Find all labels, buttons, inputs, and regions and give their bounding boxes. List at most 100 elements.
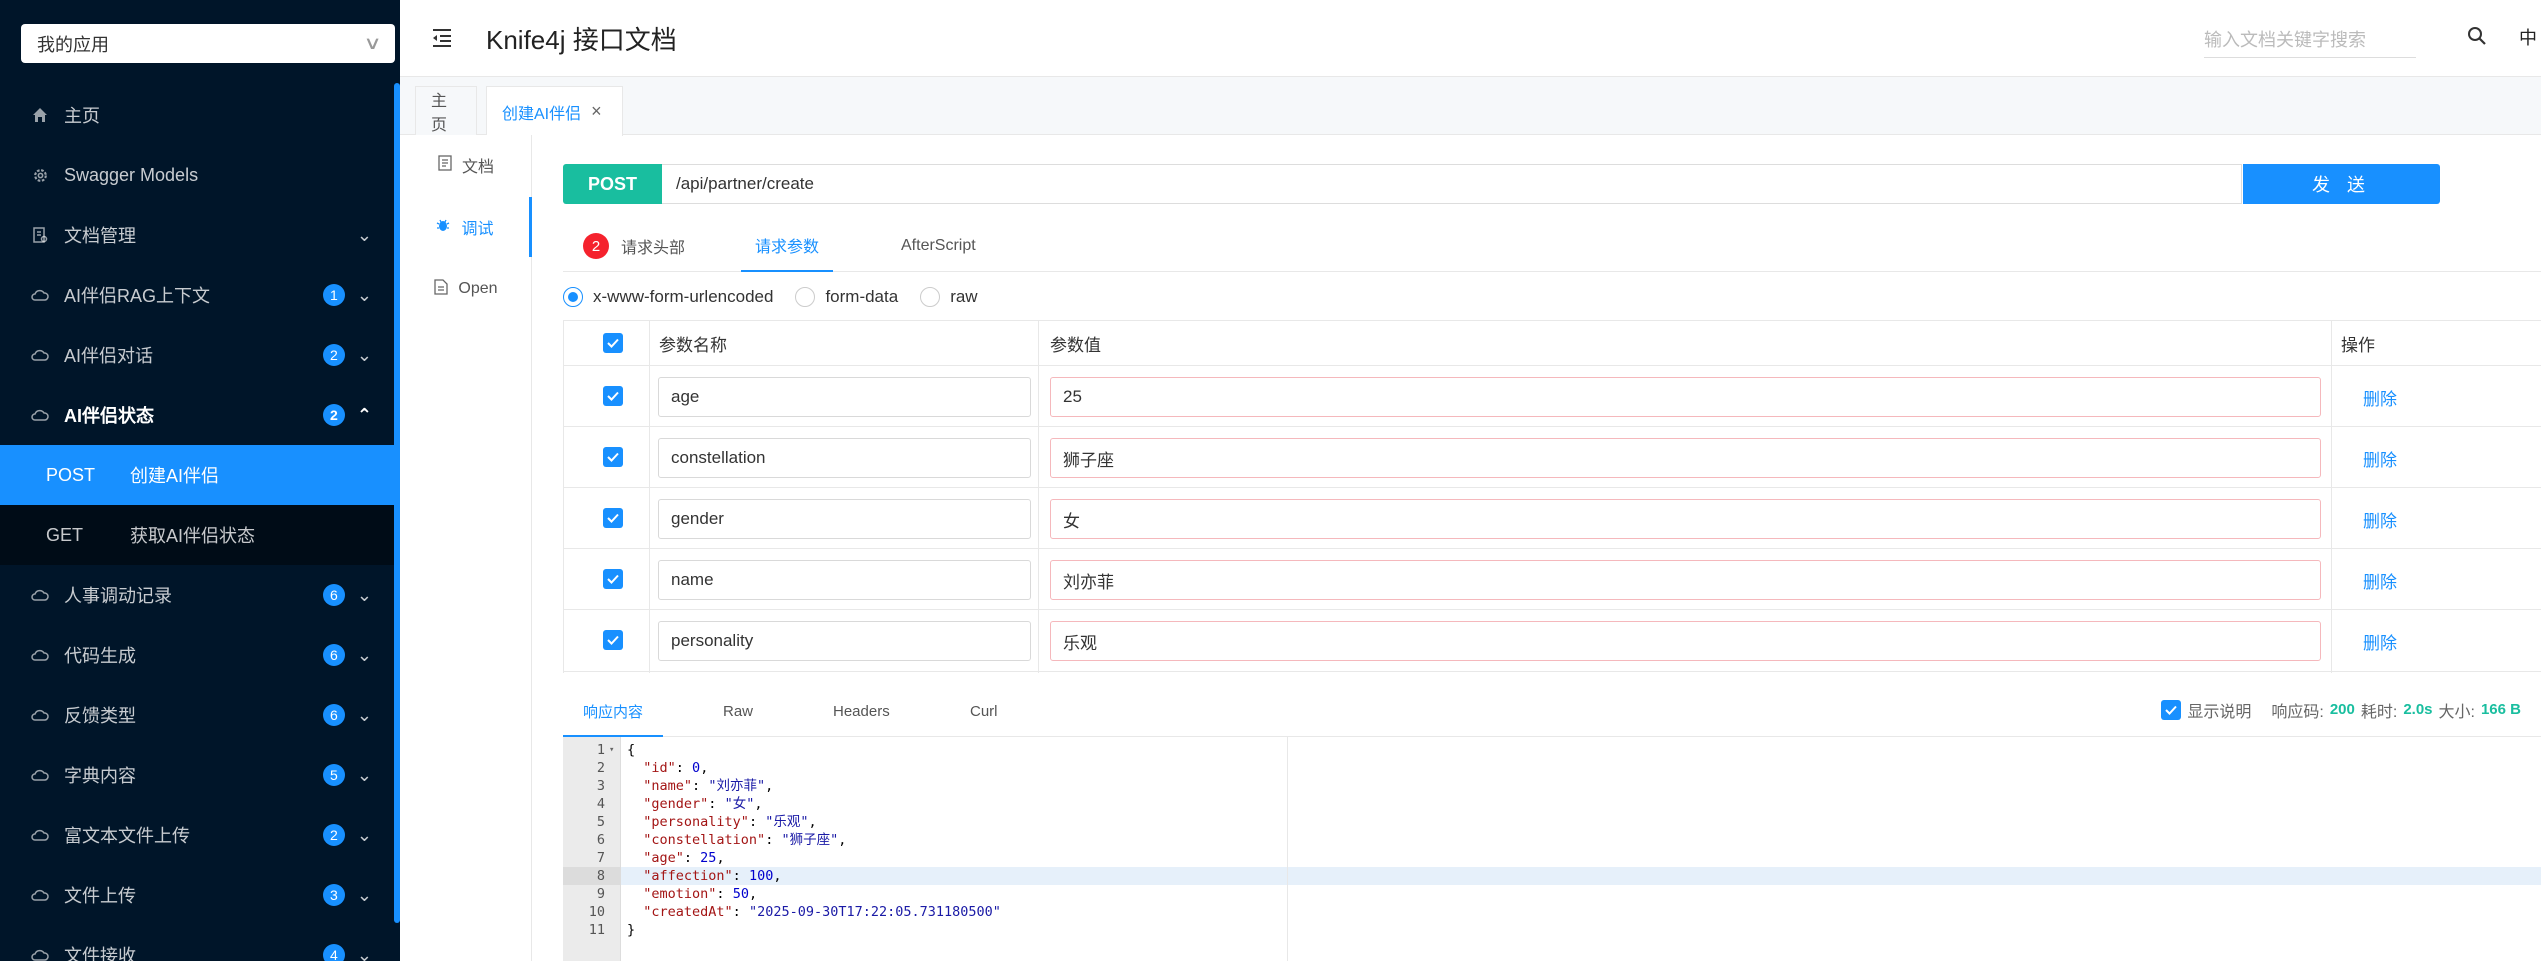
count-badge: 2 bbox=[322, 344, 345, 366]
row-checkbox[interactable] bbox=[603, 447, 623, 467]
app-selector[interactable]: 我的应用 ∨ bbox=[21, 24, 395, 63]
cloud-icon bbox=[30, 585, 50, 605]
row-checkbox[interactable] bbox=[603, 508, 623, 528]
param-name-input[interactable]: gender bbox=[658, 499, 1031, 539]
fold-arrow-icon[interactable]: ▾ bbox=[609, 741, 614, 759]
tab-home[interactable]: 主页 bbox=[415, 86, 477, 135]
sidebar-item-home[interactable]: 主页 bbox=[0, 85, 394, 145]
param-name-input[interactable]: age bbox=[658, 377, 1031, 417]
tab-afterscript[interactable]: AfterScript bbox=[901, 220, 976, 272]
chevron-down-icon: ∨ bbox=[363, 33, 382, 53]
subnav-open[interactable]: Open bbox=[400, 259, 532, 319]
radio-urlencoded[interactable]: x-www-form-urlencoded bbox=[563, 287, 773, 307]
response-editor[interactable]: 1 2 3 4 5 6 7 8 9 10 11 ▾ { "id": 0, "na… bbox=[563, 737, 2541, 961]
tab-response-content[interactable]: 响应内容 bbox=[563, 687, 664, 737]
count-badge: 6 bbox=[322, 704, 345, 726]
sidebar-item-rag-context[interactable]: AI伴侣RAG上下文 1 ⌄ bbox=[0, 265, 394, 325]
delete-link[interactable]: 删除 bbox=[2363, 560, 2397, 600]
chevron-down-icon: ⌄ bbox=[356, 944, 372, 961]
row-checkbox[interactable] bbox=[603, 630, 623, 650]
sidebar-menu: 主页 Swagger Models 文档管理 ⌄ AI伴侣RAG上下文 1 ⌄ A… bbox=[0, 85, 394, 961]
sidebar-subitem-create-partner[interactable]: POST 创建AI伴侣 bbox=[0, 445, 394, 505]
chevron-down-icon: ⌄ bbox=[356, 824, 372, 845]
sidebar-item-label: Swagger Models bbox=[64, 164, 199, 185]
http-method: POST bbox=[46, 464, 96, 485]
select-all-checkbox[interactable] bbox=[603, 321, 623, 365]
show-desc-checkbox[interactable] bbox=[2161, 699, 2182, 720]
delete-link[interactable]: 删除 bbox=[2363, 621, 2397, 661]
param-value-input[interactable]: 乐观 bbox=[1050, 621, 2321, 661]
radio-form-data[interactable]: form-data bbox=[795, 287, 898, 307]
param-value-input[interactable]: 刘亦菲 bbox=[1050, 560, 2321, 600]
sidebar-item-file-receive[interactable]: 文件接收 4 ⌄ bbox=[0, 925, 394, 961]
line-number: 8 bbox=[563, 867, 621, 885]
language-switch[interactable]: 中 bbox=[2519, 24, 2537, 50]
chevron-down-icon: ⌄ bbox=[356, 644, 372, 665]
tab-request-headers[interactable]: 2 请求头部 bbox=[583, 220, 685, 272]
tab-response-raw[interactable]: Raw bbox=[723, 687, 753, 735]
sidebar-item-label: 反馈类型 bbox=[64, 706, 136, 726]
tab-create-partner[interactable]: 创建AI伴侣 × bbox=[486, 86, 623, 136]
doc-manage-icon bbox=[30, 225, 50, 245]
sidebar-item-label: 代码生成 bbox=[64, 646, 136, 666]
sidebar-item-chat[interactable]: AI伴侣对话 2 ⌄ bbox=[0, 325, 394, 385]
count-badge: 1 bbox=[322, 284, 345, 306]
app-selector-value: 我的应用 bbox=[37, 34, 109, 55]
subnav-debug[interactable]: 调试 bbox=[400, 197, 532, 257]
send-button[interactable]: 发 送 bbox=[2243, 164, 2440, 204]
menu-fold-icon[interactable] bbox=[430, 26, 454, 50]
param-value-input[interactable]: 女 bbox=[1050, 499, 2321, 539]
sidebar-item-hr-transfer[interactable]: 人事调动记录 6 ⌄ bbox=[0, 565, 394, 625]
row-checkbox[interactable] bbox=[603, 569, 623, 589]
show-desc-label: 显示说明 bbox=[2187, 703, 2252, 721]
line-number: 7 bbox=[596, 850, 605, 866]
param-name-input[interactable]: personality bbox=[658, 621, 1031, 661]
sidebar-item-label: 人事调动记录 bbox=[64, 586, 172, 606]
tab-response-curl[interactable]: Curl bbox=[970, 687, 998, 735]
tab-label: 创建AI伴侣 bbox=[502, 105, 582, 123]
code-line: "gender": "女", bbox=[643, 796, 763, 812]
table-row: age 25 删除 bbox=[563, 365, 2541, 426]
radio-label: raw bbox=[950, 287, 978, 306]
sidebar-item-doc-manage[interactable]: 文档管理 ⌄ bbox=[0, 205, 394, 265]
sidebar-item-label: AI伴侣状态 bbox=[64, 406, 154, 426]
delete-link[interactable]: 删除 bbox=[2363, 377, 2397, 417]
tab-label: Curl bbox=[970, 702, 998, 720]
param-name-input[interactable]: constellation bbox=[658, 438, 1031, 478]
tab-request-params[interactable]: 请求参数 bbox=[741, 220, 834, 272]
sidebar-subitem-get-partner-status[interactable]: GET 获取AI伴侣状态 bbox=[0, 505, 394, 565]
sidebar-item-richtext-upload[interactable]: 富文本文件上传 2 ⌄ bbox=[0, 805, 394, 865]
cloud-icon bbox=[30, 645, 50, 665]
tab-response-headers[interactable]: Headers bbox=[833, 687, 890, 735]
param-value-input[interactable]: 25 bbox=[1050, 377, 2321, 417]
sidebar-item-partner-status[interactable]: AI伴侣状态 2 ⌃ bbox=[0, 385, 394, 445]
chevron-down-icon: ⌄ bbox=[356, 344, 372, 365]
close-icon[interactable]: × bbox=[591, 101, 602, 122]
count-badge: 2 bbox=[322, 404, 345, 426]
row-checkbox[interactable] bbox=[603, 386, 623, 406]
line-gutter: 1 2 3 4 5 6 7 8 9 10 11 bbox=[563, 737, 621, 961]
response-info: 显示说明 响应码: 200 耗时: 2.0s 大小: 166 B bbox=[2161, 687, 2521, 732]
cloud-icon bbox=[30, 765, 50, 785]
sidebar-item-codegen[interactable]: 代码生成 6 ⌄ bbox=[0, 625, 394, 685]
line-number: 11 bbox=[588, 922, 605, 938]
cloud-icon bbox=[30, 405, 50, 425]
radio-raw[interactable]: raw bbox=[920, 287, 978, 307]
subnav-doc[interactable]: 文档 bbox=[400, 135, 532, 195]
delete-link[interactable]: 删除 bbox=[2363, 438, 2397, 478]
url-input[interactable]: /api/partner/create bbox=[662, 164, 2242, 204]
checkbox-checked-icon bbox=[603, 333, 623, 353]
param-name-input[interactable]: name bbox=[658, 560, 1031, 600]
delete-link[interactable]: 删除 bbox=[2363, 499, 2397, 539]
sidebar-item-file-upload[interactable]: 文件上传 3 ⌄ bbox=[0, 865, 394, 925]
search-input[interactable]: 输入文档关键字搜索 bbox=[2204, 22, 2416, 58]
sidebar-item-swagger-models[interactable]: Swagger Models bbox=[0, 145, 394, 205]
sidebar-item-feedback-type[interactable]: 反馈类型 6 ⌄ bbox=[0, 685, 394, 745]
subnav-label: 调试 bbox=[461, 221, 494, 238]
radio-label: form-data bbox=[825, 287, 899, 306]
sidebar-item-dict-content[interactable]: 字典内容 5 ⌄ bbox=[0, 745, 394, 805]
search-icon[interactable] bbox=[2467, 26, 2487, 51]
param-value-input[interactable]: 狮子座 bbox=[1050, 438, 2321, 478]
chevron-down-icon: ⌄ bbox=[356, 224, 372, 245]
count-badge: 6 bbox=[322, 584, 345, 606]
